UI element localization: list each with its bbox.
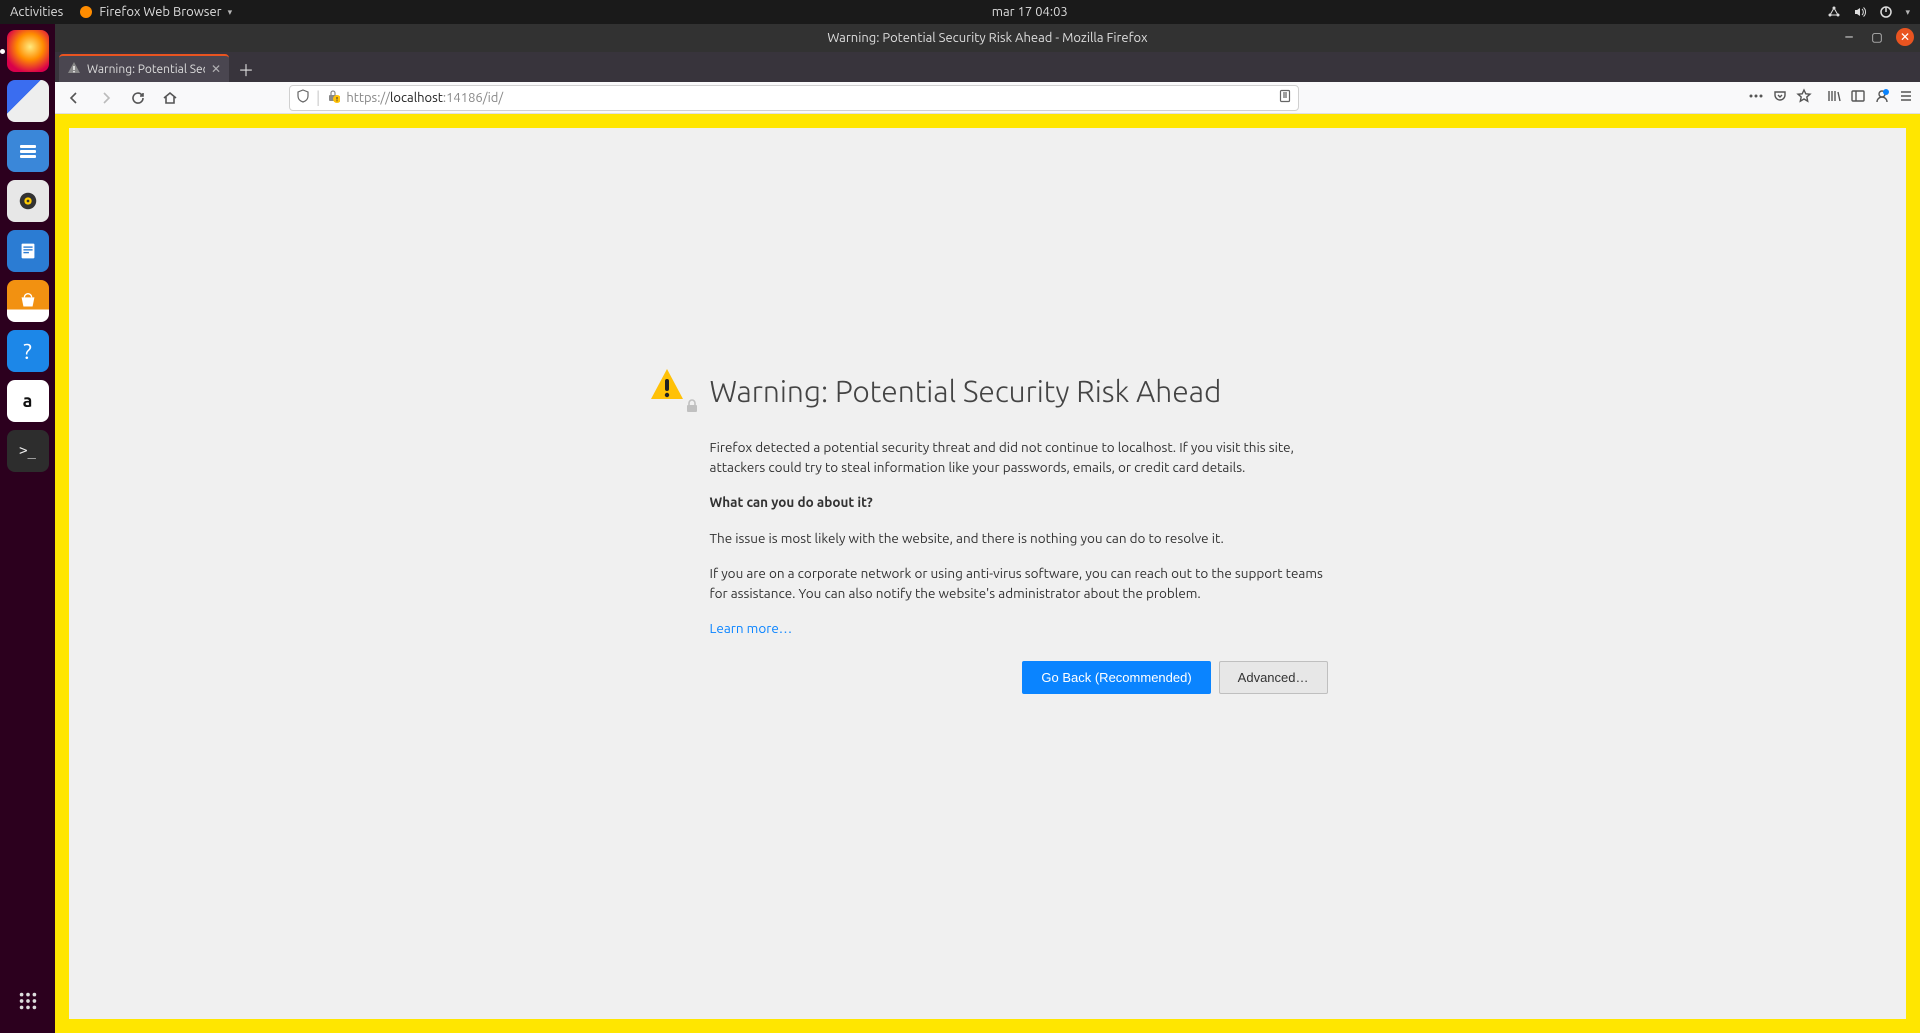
content-area: Warning: Potential Security Risk Ahead F… xyxy=(55,114,1920,1033)
show-applications-button[interactable] xyxy=(17,990,39,1017)
navigation-toolbar: | https://localhost:14186/id/ xyxy=(55,82,1920,114)
reader-mode-icon[interactable] xyxy=(1278,89,1292,107)
dock-amazon[interactable]: a xyxy=(7,380,49,422)
warning-icon xyxy=(67,61,81,78)
account-icon[interactable] xyxy=(1874,88,1890,108)
maximize-button[interactable]: ▢ xyxy=(1868,28,1886,46)
dock-ubuntu-software[interactable] xyxy=(7,280,49,322)
bookmark-star-icon[interactable] xyxy=(1796,88,1812,108)
dock-files[interactable] xyxy=(7,130,49,172)
chevron-down-icon[interactable]: ▾ xyxy=(1905,7,1910,18)
lock-warning-icon[interactable] xyxy=(326,89,340,106)
learn-more-link[interactable]: Learn more… xyxy=(710,620,793,636)
back-button[interactable] xyxy=(61,85,87,111)
forward-button[interactable] xyxy=(93,85,119,111)
dock-libreoffice-writer[interactable] xyxy=(7,230,49,272)
window-title: Warning: Potential Security Risk Ahead -… xyxy=(827,31,1147,45)
error-paragraph: If you are on a corporate network or usi… xyxy=(710,564,1328,603)
dock-terminal[interactable]: >_ xyxy=(7,430,49,472)
error-subheading: What can you do about it? xyxy=(710,493,1328,513)
launcher-dock: ? a >_ xyxy=(0,24,55,1033)
url-text: https://localhost:14186/id/ xyxy=(346,91,503,105)
gnome-topbar: Activities Firefox Web Browser ▾ mar 17 … xyxy=(0,0,1920,24)
app-menu[interactable]: Firefox Web Browser ▾ xyxy=(79,5,232,19)
go-back-button[interactable]: Go Back (Recommended) xyxy=(1022,661,1210,694)
new-tab-button[interactable]: ＋ xyxy=(233,56,259,82)
network-icon[interactable] xyxy=(1827,5,1841,19)
advanced-button[interactable]: Advanced… xyxy=(1219,661,1328,694)
app-menu-label: Firefox Web Browser xyxy=(99,5,221,19)
volume-icon[interactable] xyxy=(1853,5,1867,19)
dock-rhythmbox[interactable] xyxy=(7,180,49,222)
error-title: Warning: Potential Security Risk Ahead xyxy=(710,374,1222,408)
chevron-down-icon: ▾ xyxy=(228,7,233,18)
tab-close-button[interactable]: ✕ xyxy=(211,62,221,76)
page-actions-button[interactable] xyxy=(1748,88,1764,108)
dock-firefox[interactable] xyxy=(7,30,49,72)
tab-strip: Warning: Potential Secur ✕ ＋ xyxy=(55,52,1920,82)
sidebar-icon[interactable] xyxy=(1850,88,1866,108)
clock[interactable]: mar 17 04:03 xyxy=(992,5,1068,19)
browser-tab[interactable]: Warning: Potential Secur ✕ xyxy=(59,54,229,82)
reload-button[interactable] xyxy=(125,85,151,111)
pocket-icon[interactable] xyxy=(1772,88,1788,108)
library-icon[interactable] xyxy=(1826,88,1842,108)
error-paragraph: The issue is most likely with the websit… xyxy=(710,529,1328,549)
shield-icon[interactable] xyxy=(296,89,310,106)
dock-thunderbird[interactable] xyxy=(7,80,49,122)
error-paragraph: Firefox detected a potential security th… xyxy=(710,438,1328,477)
power-icon[interactable] xyxy=(1879,5,1893,19)
menu-button[interactable] xyxy=(1898,88,1914,108)
url-bar[interactable]: | https://localhost:14186/id/ xyxy=(289,85,1299,111)
window-titlebar[interactable]: Warning: Potential Security Risk Ahead -… xyxy=(55,24,1920,52)
firefox-window: Warning: Potential Security Risk Ahead -… xyxy=(55,24,1920,1033)
error-page: Warning: Potential Security Risk Ahead F… xyxy=(69,128,1906,1019)
lock-icon xyxy=(684,398,700,414)
minimize-button[interactable]: ─ xyxy=(1840,28,1858,46)
warning-triangle-icon xyxy=(648,366,690,408)
tab-title: Warning: Potential Secur xyxy=(87,63,205,76)
close-button[interactable]: ✕ xyxy=(1896,28,1914,46)
home-button[interactable] xyxy=(157,85,183,111)
firefox-icon xyxy=(79,5,93,19)
dock-help[interactable]: ? xyxy=(7,330,49,372)
activities-button[interactable]: Activities xyxy=(10,5,63,19)
